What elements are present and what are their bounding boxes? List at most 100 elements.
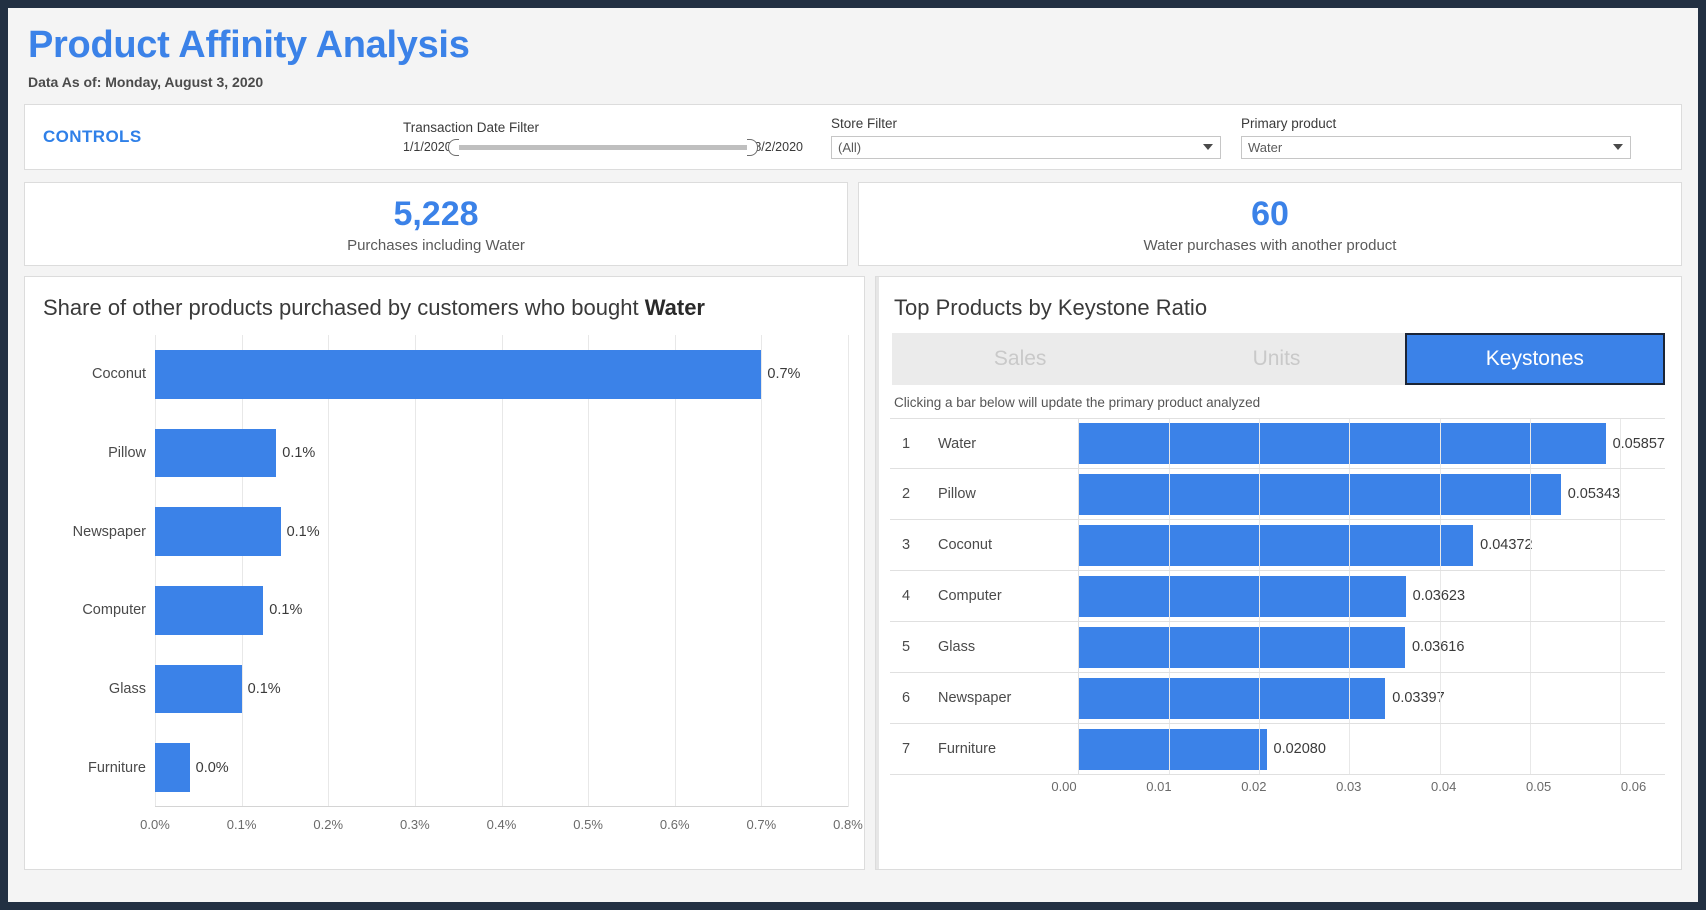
rank-cell: 5 bbox=[890, 622, 938, 672]
date-range-end: 8/2/2020 bbox=[754, 140, 803, 154]
table-row[interactable]: 4Computer0.03623 bbox=[890, 571, 1665, 622]
bar[interactable] bbox=[1079, 627, 1405, 668]
primary-product-caption: Primary product bbox=[1241, 116, 1631, 131]
product-name-cell: Pillow bbox=[938, 469, 1078, 519]
date-range-slider[interactable] bbox=[457, 145, 750, 150]
bar[interactable] bbox=[1079, 678, 1385, 719]
bar[interactable] bbox=[155, 507, 281, 556]
store-filter-select[interactable]: (All) bbox=[831, 136, 1221, 159]
bar-category-label: Glass bbox=[109, 681, 146, 697]
bar-row[interactable]: Pillow0.1% bbox=[155, 429, 848, 478]
left-chart-plot: Coconut0.7% Pillow0.1% Newspaper0.1% Comput… bbox=[155, 335, 848, 807]
bar-cell[interactable]: 0.03616 bbox=[1078, 622, 1665, 672]
product-name-cell: Newspaper bbox=[938, 673, 1078, 723]
bar-row[interactable]: Glass0.1% bbox=[155, 665, 848, 714]
table-row[interactable]: 1Water0.05857 bbox=[890, 418, 1665, 469]
bar-row[interactable]: Newspaper0.1% bbox=[155, 507, 848, 556]
store-filter-caption: Store Filter bbox=[831, 116, 1221, 131]
x-axis-tick: 0.03 bbox=[1336, 779, 1361, 794]
store-filter[interactable]: Store Filter (All) bbox=[831, 116, 1221, 159]
bar[interactable] bbox=[155, 586, 263, 635]
primary-product-select[interactable]: Water bbox=[1241, 136, 1631, 159]
primary-product-filter[interactable]: Primary product Water bbox=[1241, 116, 1631, 159]
gridline bbox=[1440, 469, 1441, 519]
gridline bbox=[1530, 673, 1531, 723]
gridline bbox=[1349, 673, 1350, 723]
dashboard-header: Product Affinity Analysis Data As of: Mo… bbox=[8, 8, 1698, 90]
gridline bbox=[415, 335, 416, 807]
table-row[interactable]: 6Newspaper0.03397 bbox=[890, 673, 1665, 724]
kpi-card-purchases-with-another: 60 Water purchases with another product bbox=[858, 182, 1682, 266]
bar-cell[interactable]: 0.03623 bbox=[1078, 571, 1665, 621]
bar[interactable] bbox=[155, 665, 242, 714]
left-chart-gridlines bbox=[155, 335, 848, 807]
product-name-cell: Water bbox=[938, 419, 1078, 468]
rank-cell: 3 bbox=[890, 520, 938, 570]
tab-units[interactable]: Units bbox=[1148, 333, 1404, 385]
gridline bbox=[1259, 622, 1260, 672]
x-axis-tick: 0.5% bbox=[573, 817, 603, 832]
tab-keystones[interactable]: Keystones bbox=[1405, 333, 1665, 385]
bar-cell[interactable]: 0.04372 bbox=[1078, 520, 1665, 570]
bar-category-label: Computer bbox=[82, 602, 146, 618]
table-row[interactable]: 7Furniture0.02080 bbox=[890, 724, 1665, 775]
bar-value-label: 0.1% bbox=[282, 445, 315, 461]
gridline bbox=[761, 335, 762, 807]
bar[interactable] bbox=[1079, 576, 1406, 617]
kpi-card-purchases-including: 5,228 Purchases including Water bbox=[24, 182, 848, 266]
store-filter-value: (All) bbox=[838, 140, 861, 155]
product-name-cell: Coconut bbox=[938, 520, 1078, 570]
bar[interactable] bbox=[1079, 525, 1473, 566]
x-axis-tick: 0.01 bbox=[1146, 779, 1171, 794]
transaction-date-filter[interactable]: Transaction Date Filter 1/1/2020 8/2/202… bbox=[403, 120, 803, 154]
gridline bbox=[1349, 469, 1350, 519]
bar-cell[interactable]: 0.05343 bbox=[1078, 469, 1665, 519]
bar-cell[interactable]: 0.05857 bbox=[1078, 419, 1665, 468]
bar-row[interactable]: Coconut0.7% bbox=[155, 350, 848, 399]
bar[interactable] bbox=[1079, 423, 1606, 464]
gridline bbox=[1530, 571, 1531, 621]
kpi-row: 5,228 Purchases including Water 60 Water… bbox=[24, 182, 1682, 266]
table-row[interactable]: 5Glass0.03616 bbox=[890, 622, 1665, 673]
rank-cell: 1 bbox=[890, 419, 938, 468]
share-of-other-products-panel: Share of other products purchased by cus… bbox=[24, 276, 865, 870]
x-axis-tick: 0.4% bbox=[487, 817, 517, 832]
panel-divider bbox=[876, 277, 879, 869]
bar[interactable] bbox=[1079, 729, 1267, 770]
rank-cell: 7 bbox=[890, 724, 938, 774]
bar-cell[interactable]: 0.02080 bbox=[1078, 724, 1665, 774]
x-axis-tick: 0.1% bbox=[227, 817, 257, 832]
gridline bbox=[1530, 622, 1531, 672]
page-title: Product Affinity Analysis bbox=[28, 22, 1698, 68]
gridline bbox=[588, 335, 589, 807]
gridline bbox=[1169, 622, 1170, 672]
bar-value-label: 0.05343 bbox=[1568, 486, 1620, 502]
bar[interactable] bbox=[155, 429, 276, 478]
bar-category-label: Furniture bbox=[88, 760, 146, 776]
tab-sales[interactable]: Sales bbox=[892, 333, 1148, 385]
gridline bbox=[1620, 622, 1621, 672]
chevron-down-icon bbox=[1613, 144, 1623, 150]
bar-cell[interactable]: 0.03397 bbox=[1078, 673, 1665, 723]
bar-row[interactable]: Computer0.1% bbox=[155, 586, 848, 635]
x-axis-tick: 0.0% bbox=[140, 817, 170, 832]
bar[interactable] bbox=[155, 743, 190, 792]
bar-row[interactable]: Furniture0.0% bbox=[155, 743, 848, 792]
gridline bbox=[1259, 520, 1260, 570]
gridline bbox=[1169, 673, 1170, 723]
gridline bbox=[1349, 520, 1350, 570]
x-axis-tick: 0.3% bbox=[400, 817, 430, 832]
table-row[interactable]: 2Pillow0.05343 bbox=[890, 469, 1665, 520]
table-row[interactable]: 3Coconut0.04372 bbox=[890, 520, 1665, 571]
slider-handle-left[interactable] bbox=[448, 139, 459, 156]
gridline bbox=[155, 335, 156, 807]
gridline bbox=[1440, 622, 1441, 672]
gridline bbox=[1169, 520, 1170, 570]
product-name-cell: Glass bbox=[938, 622, 1078, 672]
kpi-label: Water purchases with another product bbox=[1144, 237, 1397, 254]
bar[interactable] bbox=[1079, 474, 1561, 515]
bar-value-label: 0.1% bbox=[287, 524, 320, 540]
gridline bbox=[502, 335, 503, 807]
gridline bbox=[1169, 724, 1170, 774]
bar[interactable] bbox=[155, 350, 761, 399]
